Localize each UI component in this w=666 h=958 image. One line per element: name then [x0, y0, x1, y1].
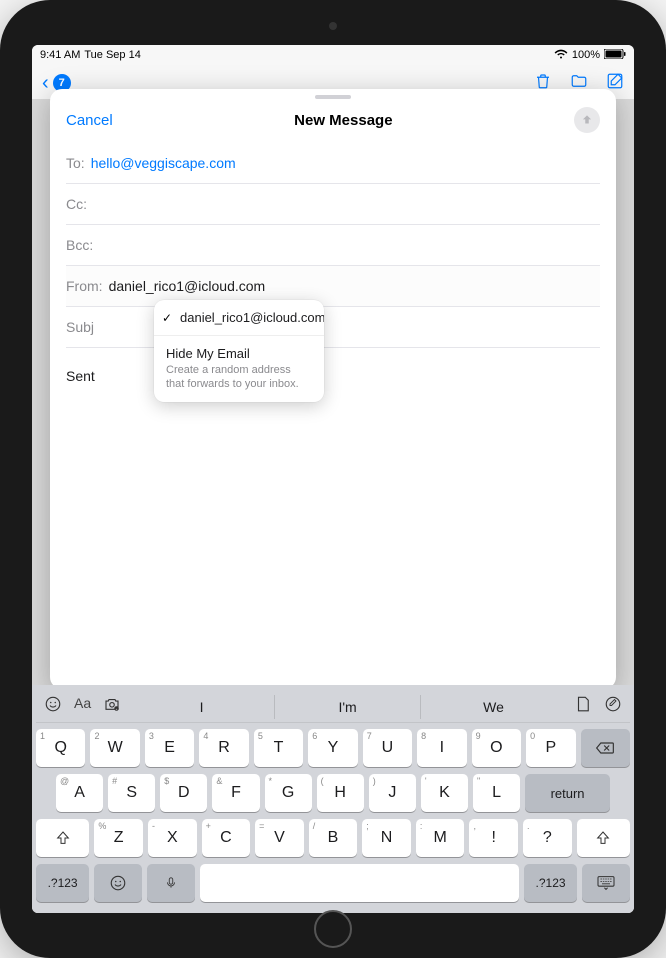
shift-key[interactable]	[577, 819, 630, 857]
key-N[interactable]: ;N	[362, 819, 411, 857]
key-J[interactable]: )J	[369, 774, 416, 812]
key-X[interactable]: -X	[148, 819, 197, 857]
body-text: Sent	[66, 368, 95, 384]
text-format-icon[interactable]: Aa	[74, 695, 91, 718]
markup-icon[interactable]	[604, 695, 622, 718]
key-M[interactable]: :M	[416, 819, 465, 857]
key-I[interactable]: 8I	[417, 729, 466, 767]
to-value[interactable]: hello@veggiscape.com	[91, 155, 236, 171]
cc-label: Cc:	[66, 196, 87, 212]
bcc-field[interactable]: Bcc:	[66, 225, 600, 266]
checkmark-icon: ✓	[162, 311, 172, 325]
subject-label: Subj	[66, 319, 94, 335]
key-P[interactable]: 0P	[526, 729, 575, 767]
key-L[interactable]: "L	[473, 774, 520, 812]
suggestion-1[interactable]: I	[129, 695, 274, 719]
key-F[interactable]: &F	[212, 774, 259, 812]
key-Y[interactable]: 6Y	[308, 729, 357, 767]
camera-dot	[329, 22, 337, 30]
key-Z[interactable]: %Z	[94, 819, 143, 857]
hide-my-email-title: Hide My Email	[166, 346, 312, 361]
key-E[interactable]: 3E	[145, 729, 194, 767]
from-label: From:	[66, 278, 103, 294]
suggestion-3[interactable]: We	[420, 695, 566, 719]
from-value: daniel_rico1@icloud.com	[109, 278, 266, 294]
home-button[interactable]	[314, 910, 352, 948]
key-B[interactable]: /B	[309, 819, 358, 857]
dropdown-selected-account[interactable]: ✓ daniel_rico1@icloud.com	[154, 300, 324, 336]
dismiss-keyboard-key[interactable]	[582, 864, 630, 902]
key-D[interactable]: $D	[160, 774, 207, 812]
keyboard: Aa + I I'm We 1Q2W3E4R5T6Y7U8I9O0P @A#S$…	[32, 685, 634, 913]
back-chevron-icon[interactable]: ‹	[42, 72, 49, 95]
status-date: Tue Sep 14	[84, 49, 140, 61]
key-A[interactable]: @A	[56, 774, 103, 812]
from-field[interactable]: From: daniel_rico1@icloud.com	[66, 266, 600, 307]
keyboard-row-4: .?123 .?123	[36, 864, 630, 902]
bcc-label: Bcc:	[66, 237, 93, 253]
key-O[interactable]: 9O	[472, 729, 521, 767]
key-R[interactable]: 4R	[199, 729, 248, 767]
key-K[interactable]: 'K	[421, 774, 468, 812]
hide-my-email-subtitle: Create a random address that forwards to…	[166, 363, 312, 392]
wifi-icon	[554, 49, 568, 62]
keyboard-row-1: 1Q2W3E4R5T6Y7U8I9O0P	[36, 729, 630, 767]
compose-sheet: Cancel New Message To: hello@veggiscape.…	[50, 89, 616, 689]
key-H[interactable]: (H	[317, 774, 364, 812]
send-button[interactable]	[574, 107, 600, 133]
key-?[interactable]: .?	[523, 819, 572, 857]
number-key-left[interactable]: .?123	[36, 864, 89, 902]
to-label: To:	[66, 155, 85, 171]
scan-document-icon[interactable]	[574, 695, 592, 718]
shift-key[interactable]	[36, 819, 89, 857]
keyboard-row-2: @A#S$D&F*G(H)J'K"Lreturn	[36, 774, 630, 812]
suggestion-2[interactable]: I'm	[274, 695, 420, 719]
battery-percent: 100%	[572, 49, 600, 61]
emoji-picker-icon[interactable]	[44, 695, 62, 718]
key-G[interactable]: *G	[265, 774, 312, 812]
key-V[interactable]: =V	[255, 819, 304, 857]
dropdown-account-label: daniel_rico1@icloud.com	[180, 310, 312, 325]
status-bar: 9:41 AM Tue Sep 14 100%	[32, 45, 634, 65]
keyboard-row-3: %Z-X+C=V/B;N:M,!.?	[36, 819, 630, 857]
to-field[interactable]: To: hello@veggiscape.com	[66, 143, 600, 184]
key-Q[interactable]: 1Q	[36, 729, 85, 767]
number-key-right[interactable]: .?123	[524, 864, 577, 902]
space-key[interactable]	[200, 864, 519, 902]
svg-text:+: +	[116, 707, 118, 711]
key-![interactable]: ,!	[469, 819, 518, 857]
keyboard-suggestion-bar: Aa + I I'm We	[36, 691, 630, 723]
cancel-button[interactable]: Cancel	[66, 112, 113, 129]
from-dropdown: ✓ daniel_rico1@icloud.com Hide My Email …	[154, 300, 324, 402]
return-key[interactable]: return	[525, 774, 610, 812]
key-U[interactable]: 7U	[363, 729, 412, 767]
ipad-frame: 9:41 AM Tue Sep 14 100% ‹ 7	[0, 0, 666, 958]
status-time: 9:41 AM	[40, 49, 80, 61]
backspace-key[interactable]	[581, 729, 630, 767]
key-S[interactable]: #S	[108, 774, 155, 812]
key-C[interactable]: +C	[202, 819, 251, 857]
dictation-key[interactable]	[147, 864, 195, 902]
emoji-key[interactable]	[94, 864, 142, 902]
key-W[interactable]: 2W	[90, 729, 139, 767]
sheet-title: New Message	[294, 112, 392, 129]
camera-icon[interactable]: +	[103, 695, 121, 718]
cc-field[interactable]: Cc:	[66, 184, 600, 225]
key-T[interactable]: 5T	[254, 729, 303, 767]
battery-icon	[604, 49, 626, 62]
screen: 9:41 AM Tue Sep 14 100% ‹ 7	[32, 45, 634, 913]
subject-field[interactable]: Subj	[66, 307, 600, 348]
compose-body[interactable]: Sent	[50, 348, 616, 404]
dropdown-hide-my-email[interactable]: Hide My Email Create a random address th…	[154, 336, 324, 402]
